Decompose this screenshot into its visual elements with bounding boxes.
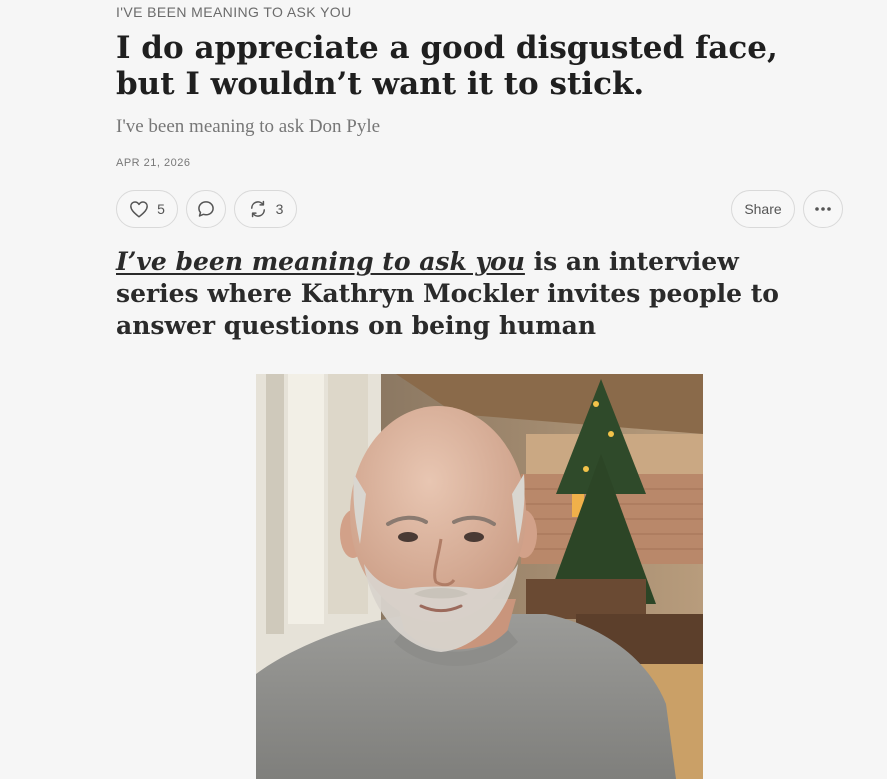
portrait-photo [256, 374, 703, 779]
ellipsis-icon [814, 206, 832, 212]
post-title: I do appreciate a good disgusted face, b… [116, 30, 778, 102]
series-intro: I’ve been meaning to ask you is an inter… [116, 246, 796, 342]
restack-icon [248, 199, 268, 219]
like-button[interactable]: 5 [116, 190, 178, 228]
post-kicker[interactable]: I'VE BEEN MEANING TO ASK YOU [116, 4, 352, 20]
restack-count: 3 [275, 201, 284, 217]
comment-button[interactable] [186, 190, 226, 228]
series-link[interactable]: I’ve been meaning to ask you [116, 247, 525, 276]
post-date: APR 21, 2026 [116, 157, 191, 169]
like-count: 5 [157, 201, 165, 217]
more-options-button[interactable] [803, 190, 843, 228]
post-actions-bar: 5 3 Share [0, 190, 887, 230]
heart-icon [129, 200, 149, 218]
share-button[interactable]: Share [731, 190, 795, 228]
post-subtitle: I've been meaning to ask Don Pyle [116, 116, 381, 137]
speech-bubble-icon [196, 199, 216, 219]
restack-button[interactable]: 3 [234, 190, 297, 228]
